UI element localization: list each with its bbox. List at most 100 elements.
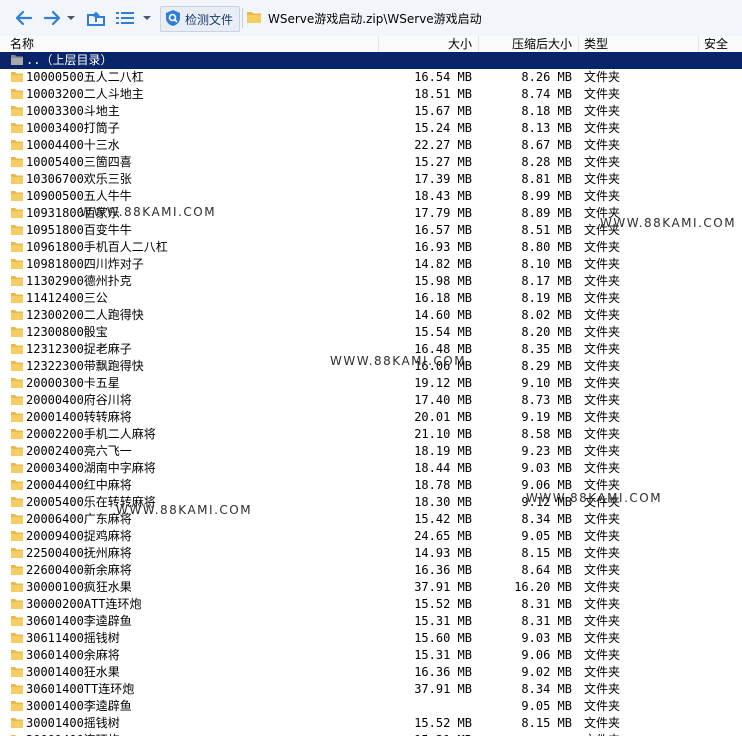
list-item[interactable]: 20002400亮六飞一 18.19 MB 9.23 MB 文件夹 xyxy=(0,443,742,460)
file-name: 10900500五人牛牛 xyxy=(26,189,132,203)
folder-icon xyxy=(10,461,24,475)
list-item[interactable]: 20000300卡五星 19.12 MB 9.10 MB 文件夹 xyxy=(0,375,742,392)
folder-icon xyxy=(10,240,24,254)
list-item[interactable]: 30601400李逵辟鱼 15.31 MB 8.31 MB 文件夹 xyxy=(0,613,742,630)
file-name: 10004400十三水 xyxy=(26,138,120,152)
compressed-size: 8.31 MB xyxy=(521,597,572,611)
file-name: 10306700欢乐三张 xyxy=(26,172,132,186)
view-list-icon[interactable] xyxy=(114,6,136,30)
folder-icon xyxy=(10,529,24,543)
compressed-size: 8.34 MB xyxy=(521,682,572,696)
list-item[interactable]: 30001400李逵辟鱼 9.05 MB 文件夹 xyxy=(0,698,742,715)
folder-icon xyxy=(10,223,24,237)
folder-icon xyxy=(10,716,24,730)
list-item[interactable]: 30000100疯狂水果 37.91 MB 16.20 MB 文件夹 xyxy=(0,579,742,596)
compressed-size: 9.05 MB xyxy=(521,699,572,713)
scan-file-button[interactable]: 检测文件 xyxy=(160,6,241,32)
list-item[interactable]: 20004400红中麻将 18.78 MB 9.06 MB 文件夹 xyxy=(0,477,742,494)
compressed-size: 16.20 MB xyxy=(514,580,572,594)
column-divider[interactable] xyxy=(698,36,699,52)
file-size: 17.79 MB xyxy=(414,206,472,220)
compressed-size: 9.03 MB xyxy=(521,461,572,475)
folder-icon xyxy=(10,376,24,390)
file-type: 文件夹 xyxy=(584,716,621,730)
file-size: 15.24 MB xyxy=(414,121,472,135)
list-item[interactable]: 20009400捉鸡麻将 24.65 MB 9.05 MB 文件夹 xyxy=(0,528,742,545)
back-arrow-icon[interactable] xyxy=(12,6,36,30)
file-name: 30601400TT连环炮 xyxy=(26,682,135,696)
list-item[interactable]: 30001400连环炮 15.31 MB 文件夹 xyxy=(0,732,742,736)
file-size: 18.19 MB xyxy=(414,444,472,458)
list-item[interactable]: 10951800百变牛牛 16.57 MB 8.51 MB 文件夹 xyxy=(0,222,742,239)
list-item[interactable]: 20003400湖南中字麻将 18.44 MB 9.03 MB 文件夹 xyxy=(0,460,742,477)
parent-directory-row[interactable]: ..（上层目录） xyxy=(0,52,742,69)
list-item[interactable]: 20002200手机二人麻将 21.10 MB 8.58 MB 文件夹 xyxy=(0,426,742,443)
view-dropdown-icon[interactable] xyxy=(140,6,154,30)
file-name: 30000100疯狂水果 xyxy=(26,580,132,594)
list-item[interactable]: 12300200二人跑得快 14.60 MB 8.02 MB 文件夹 xyxy=(0,307,742,324)
column-type[interactable]: 类型 xyxy=(584,36,608,52)
folder-icon xyxy=(10,257,24,271)
list-item[interactable]: 10900500五人牛牛 18.43 MB 8.99 MB 文件夹 xyxy=(0,188,742,205)
folder-icon xyxy=(10,699,24,713)
file-name: 10931800百家乐 xyxy=(26,206,120,220)
forward-arrow-icon[interactable] xyxy=(40,6,64,30)
list-item[interactable]: 10005400三箇四喜 15.27 MB 8.28 MB 文件夹 xyxy=(0,154,742,171)
folder-icon xyxy=(10,325,24,339)
list-item[interactable]: 30000200ATT连环炮 15.52 MB 8.31 MB 文件夹 xyxy=(0,596,742,613)
list-item[interactable]: 10004400十三水 22.27 MB 8.67 MB 文件夹 xyxy=(0,137,742,154)
compressed-size: 9.12 MB xyxy=(521,495,572,509)
folder-icon xyxy=(10,155,24,169)
list-item[interactable]: 10981800四川炸对子 14.82 MB 8.10 MB 文件夹 xyxy=(0,256,742,273)
list-item[interactable]: 20001400转转麻将 20.01 MB 9.19 MB 文件夹 xyxy=(0,409,742,426)
list-item[interactable]: 10931800百家乐 17.79 MB 8.89 MB 文件夹 xyxy=(0,205,742,222)
folder-icon xyxy=(10,614,24,628)
list-item[interactable]: 20005400乐在转转麻将 18.30 MB 9.12 MB 文件夹 xyxy=(0,494,742,511)
list-item[interactable]: 11302900德州扑克 15.98 MB 8.17 MB 文件夹 xyxy=(0,273,742,290)
list-item[interactable]: 30001400狂水果 16.36 MB 9.02 MB 文件夹 xyxy=(0,664,742,681)
file-size: 15.31 MB xyxy=(414,614,472,628)
file-name: 30001400摇钱树 xyxy=(26,716,120,730)
file-type: 文件夹 xyxy=(584,342,621,356)
column-size[interactable]: 大小 xyxy=(378,36,472,52)
file-name: 22500400抚州麻将 xyxy=(26,546,132,560)
file-name: 10000500五人二八杠 xyxy=(26,70,144,84)
address-path[interactable]: WServe游戏启动.zip\WServe游戏启动 xyxy=(246,6,742,30)
compressed-size: 8.51 MB xyxy=(521,223,572,237)
list-item[interactable]: 10003300斗地主 15.67 MB 8.18 MB 文件夹 xyxy=(0,103,742,120)
compressed-size: 8.28 MB xyxy=(521,155,572,169)
list-item[interactable]: 12322300带飘跑得快 16.06 MB 8.29 MB 文件夹 xyxy=(0,358,742,375)
list-item[interactable]: 20000400府谷川将 17.40 MB 8.73 MB 文件夹 xyxy=(0,392,742,409)
list-item[interactable]: 10003200二人斗地主 18.51 MB 8.74 MB 文件夹 xyxy=(0,86,742,103)
list-item[interactable]: 30601400余麻将 15.31 MB 9.06 MB 文件夹 xyxy=(0,647,742,664)
column-name[interactable]: 名称 xyxy=(10,36,34,52)
list-item[interactable]: 12300800骰宝 15.54 MB 8.20 MB 文件夹 xyxy=(0,324,742,341)
compressed-size: 8.58 MB xyxy=(521,427,572,441)
compressed-size: 8.13 MB xyxy=(521,121,572,135)
toolbar: 检测文件 WServe游戏启动.zip\WServe游戏启动 xyxy=(0,0,742,37)
column-compressed-size[interactable]: 压缩后大小 xyxy=(478,36,572,52)
list-item[interactable]: 10306700欢乐三张 17.39 MB 8.81 MB 文件夹 xyxy=(0,171,742,188)
file-size: 16.36 MB xyxy=(414,563,472,577)
list-item[interactable]: 10000500五人二八杠 16.54 MB 8.26 MB 文件夹 xyxy=(0,69,742,86)
column-divider[interactable] xyxy=(578,36,579,52)
column-security[interactable]: 安全 xyxy=(704,36,728,52)
list-item[interactable]: 20006400广东麻将 15.42 MB 8.34 MB 文件夹 xyxy=(0,511,742,528)
list-item[interactable]: 10961800手机百人二八杠 16.93 MB 8.80 MB 文件夹 xyxy=(0,239,742,256)
file-size: 14.93 MB xyxy=(414,546,472,560)
list-item[interactable]: 30611400摇钱树 15.60 MB 9.03 MB 文件夹 xyxy=(0,630,742,647)
file-size: 19.12 MB xyxy=(414,376,472,390)
compressed-size: 8.18 MB xyxy=(521,104,572,118)
folder-icon xyxy=(10,444,24,458)
list-item[interactable]: 10003400打筒子 15.24 MB 8.13 MB 文件夹 xyxy=(0,120,742,137)
folder-icon xyxy=(10,121,24,135)
list-item[interactable]: 30601400TT连环炮 37.91 MB 8.34 MB 文件夹 xyxy=(0,681,742,698)
list-item[interactable]: 12312300捉老麻子 16.48 MB 8.35 MB 文件夹 xyxy=(0,341,742,358)
list-item[interactable]: 22600400新余麻将 16.36 MB 8.64 MB 文件夹 xyxy=(0,562,742,579)
list-item[interactable]: 11412400三公 16.18 MB 8.19 MB 文件夹 xyxy=(0,290,742,307)
list-item[interactable]: 22500400抚州麻将 14.93 MB 8.15 MB 文件夹 xyxy=(0,545,742,562)
file-type: 文件夹 xyxy=(584,308,621,322)
history-dropdown-icon[interactable] xyxy=(64,6,78,30)
up-folder-icon[interactable] xyxy=(84,6,108,30)
list-item[interactable]: 30001400摇钱树 15.52 MB 8.15 MB 文件夹 xyxy=(0,715,742,732)
